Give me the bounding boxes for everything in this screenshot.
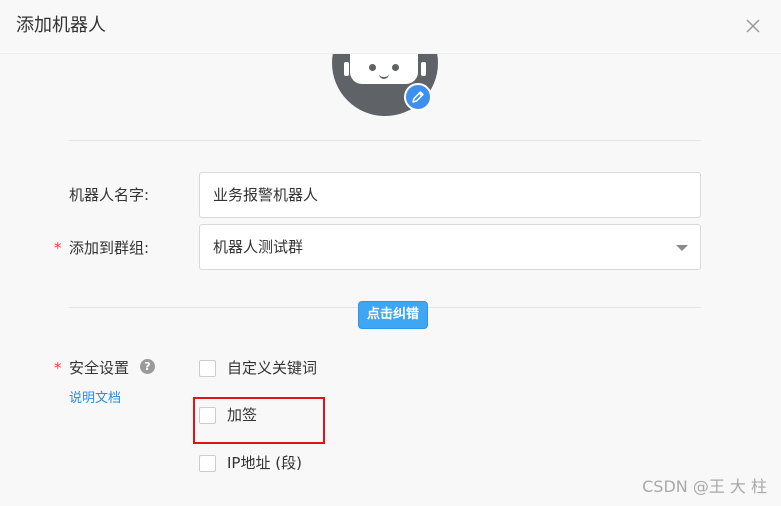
dialog-body [0,54,781,506]
help-icon[interactable]: ? [140,359,155,374]
group-label: 添加到群组: [69,239,150,257]
watermark: CSDN @王 大 柱 [642,477,767,496]
keyword-checkbox[interactable] [199,359,216,377]
robot-name-label: 机器人名字: [69,186,150,204]
pencil-icon [412,91,424,103]
group-required-mark: * [54,239,62,257]
fix-error-button[interactable]: 点击纠错 [358,301,428,329]
ip-checkbox[interactable] [199,454,216,472]
robot-left-eye [369,64,376,71]
dialog-title: 添加机器人 [16,15,106,36]
security-settings-label: 安全设置 [69,359,130,377]
group-select-value: 机器人测试群 [213,238,304,256]
group-select[interactable]: 机器人测试群 [199,224,701,270]
close-icon [746,19,760,33]
robot-mouth [379,72,389,79]
option-ip[interactable]: IP地址 (段) [199,452,302,474]
robot-right-ear [421,62,426,76]
security-required-mark: * [54,359,62,377]
ip-label: IP地址 (段) [227,454,302,472]
doc-link[interactable]: 说明文档 [69,390,121,408]
robot-icon [350,54,418,84]
chevron-down-icon [676,245,688,251]
dialog-header: 添加机器人 [0,0,781,54]
add-robot-dialog: 添加机器人 机器人名字: 业务报警机器人 * 添加到群组: 机器人测试群 点击纠… [0,0,781,506]
robot-name-input[interactable]: 业务报警机器人 [199,172,701,218]
robot-left-ear [344,62,349,76]
highlight-box [193,397,325,444]
keyword-label: 自定义关键词 [227,359,318,377]
edit-avatar-button[interactable] [404,83,432,111]
robot-right-eye [392,64,399,71]
close-button[interactable] [741,14,765,38]
divider-top [69,140,701,141]
option-keyword[interactable]: 自定义关键词 [199,357,317,379]
